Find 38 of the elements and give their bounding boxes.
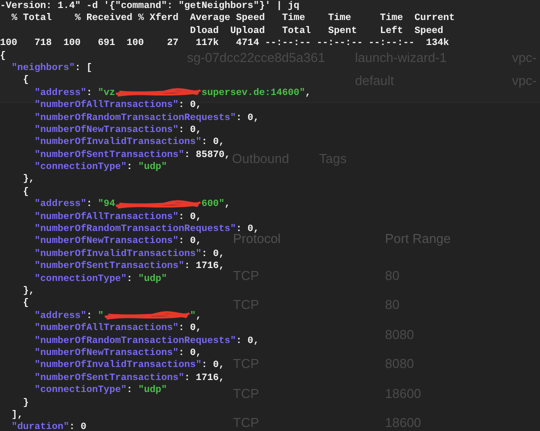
code-line: ], xyxy=(10,408,24,422)
code-line: { xyxy=(22,74,29,87)
code-line: "numberOfRandomTransactionRequests": 0, xyxy=(34,334,260,347)
code-line: "numberOfAllTransactions": 0, xyxy=(34,322,202,335)
code-line: 100 718 100 691 100 27 117k 4714 --:--:-- --:--:-- --:--:-- 134k xyxy=(0,37,450,50)
code-line: ", xyxy=(190,310,202,322)
code-line: Dload Upload Total Spent Left Speed xyxy=(188,24,444,38)
code-line: supersev.de:14600", xyxy=(202,86,311,100)
code-line: "connectionType": "udp" xyxy=(34,384,167,397)
code-line: "numberOfInvalidTransactions": 0, xyxy=(34,359,225,372)
code-line: { xyxy=(22,186,29,198)
code-line: "duration": 0 xyxy=(10,421,86,431)
code-line: -Version: 1.4" -d '{"command": "getNeighbors"}' | jq xyxy=(0,0,300,12)
code-line: "address": "94 xyxy=(34,198,116,211)
code-line: "connectionType": "udp" xyxy=(34,161,167,174)
code-line: "connectionType": "udp" xyxy=(34,272,167,285)
code-line: 600", xyxy=(202,198,230,211)
code-line: "numberOfSentTransactions": 85870, xyxy=(34,148,230,162)
code-line: }, xyxy=(22,284,35,298)
code-line: "numberOfInvalidTransactions": 0, xyxy=(34,248,225,260)
code-line: "numberOfAllTransactions": 0, xyxy=(34,99,202,112)
code-line: { xyxy=(0,50,6,62)
code-line: "numberOfInvalidTransactions": 0, xyxy=(34,136,225,149)
code-line: "address": "vz xyxy=(34,86,116,100)
code-line: "numberOfNewTransactions": 0, xyxy=(34,124,202,136)
code-line: "numberOfSentTransactions": 1716, xyxy=(34,260,225,273)
code-line: "numberOfAllTransactions": 0, xyxy=(34,210,202,224)
code-line: "numberOfRandomTransactionRequests": 0, xyxy=(34,223,260,234)
code-line: "numberOfRandomTransactionRequests": 0, xyxy=(34,112,260,124)
code-line: "numberOfNewTransactions": 0, xyxy=(34,235,202,248)
code-line: "numberOfNewTransactions": 0, xyxy=(34,346,202,360)
code-line: "numberOfSentTransactions": 1716, xyxy=(34,372,225,384)
code-line: }, xyxy=(22,173,35,186)
code-line: } xyxy=(22,396,29,409)
code-line: "address": " xyxy=(34,310,104,322)
code-line: % Total % Received % Xferd Average Speed Time Time Time Current xyxy=(10,12,455,25)
code-line: "neighbors": [ xyxy=(10,62,92,74)
code-line: { xyxy=(22,297,29,310)
